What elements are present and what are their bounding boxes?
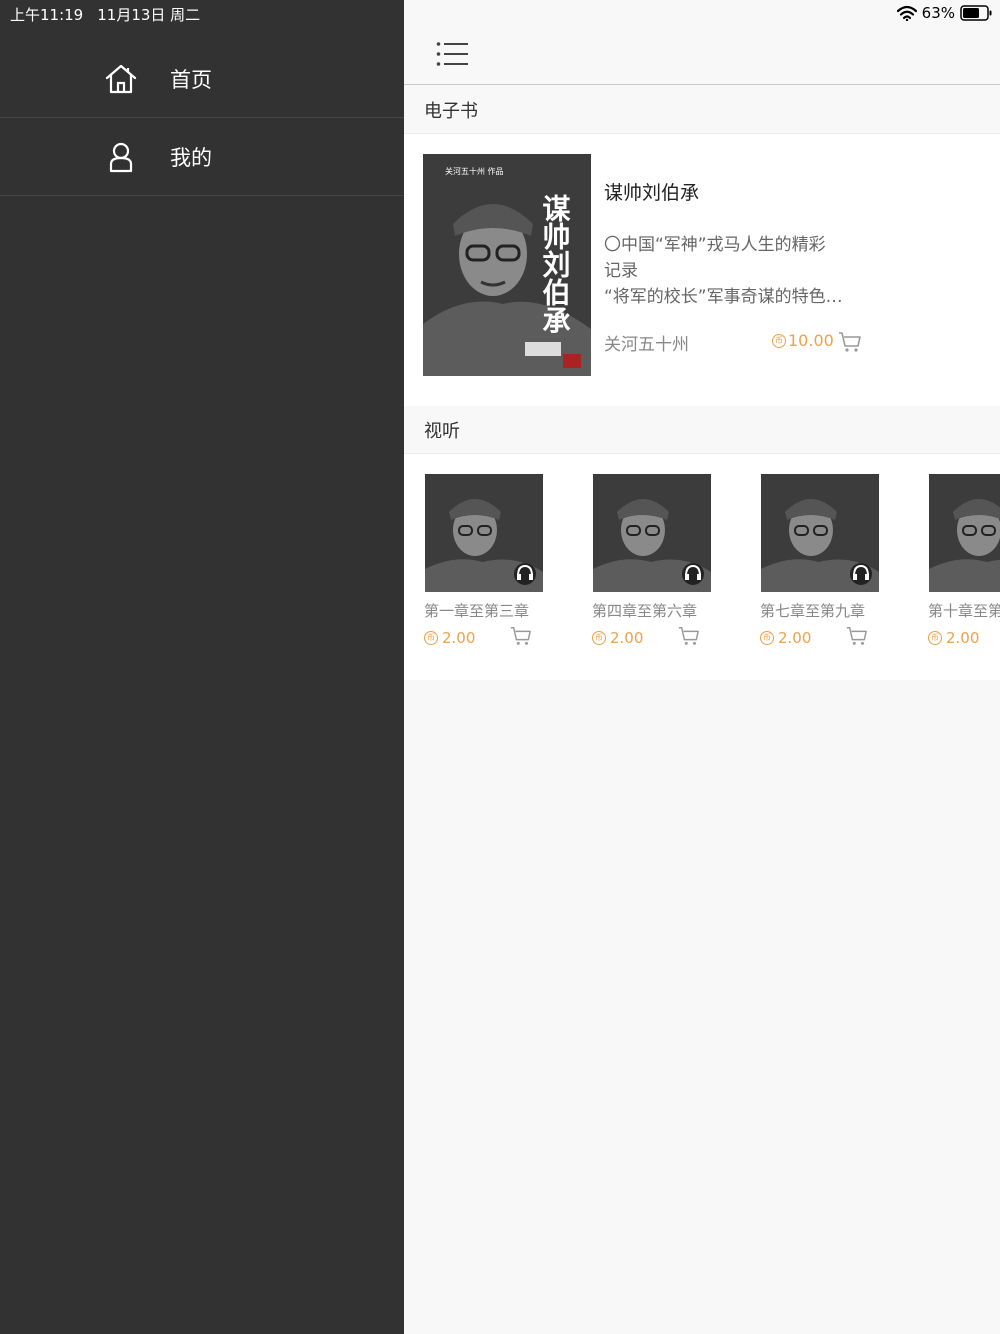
cart-icon[interactable]: [678, 625, 700, 647]
ebook-cover[interactable]: 关河五十州 作品 谋帅刘伯承: [423, 154, 591, 376]
cover-title-text: 谋帅刘伯承: [539, 194, 572, 334]
audio-card[interactable]: 第四章至第六章 币 2.00: [592, 474, 742, 649]
section-title-ebook: 电子书: [404, 86, 1000, 134]
home-icon: [105, 64, 137, 93]
audio-price-value: 2.00: [778, 629, 812, 647]
coin-icon: 币: [592, 631, 606, 645]
audio-cover-image: [593, 474, 711, 592]
ebook-list: 关河五十州 作品 谋帅刘伯承 谋帅刘伯承 〇中国“军神”戎马人生的精彩 记录 “…: [404, 134, 1000, 406]
ebook-price-value: 10.00: [788, 331, 834, 350]
coin-icon: 币: [928, 631, 942, 645]
cart-icon[interactable]: [846, 625, 868, 647]
ebook-title[interactable]: 谋帅刘伯承: [604, 178, 699, 205]
wifi-icon: [896, 5, 917, 21]
audio-cover[interactable]: [761, 474, 879, 592]
audio-price: 币 2.00: [760, 627, 910, 649]
audio-title: 第四章至第六章: [592, 602, 698, 620]
main-panel: 63% 电子书 关河五十州 作品 谋帅刘伯承 谋帅刘伯承 〇中国“军神”戎马人生…: [404, 0, 1000, 1334]
battery-percent: 63%: [921, 4, 955, 22]
audio-card[interactable]: 第十章至第 币 2.00: [928, 474, 1000, 649]
ebook-desc-line: 记录: [604, 261, 638, 281]
status-bar-right: 63%: [896, 4, 992, 22]
audio-list: 第一章至第三章 币 2.00 第四章至第六章 币 2.00 第七章至第九章 币 …: [404, 454, 1000, 680]
audio-price-value: 2.00: [946, 629, 980, 647]
coin-icon: 币: [424, 631, 438, 645]
menu-icon[interactable]: [436, 40, 468, 68]
audio-price: 币 2.00: [592, 627, 742, 649]
audio-cover[interactable]: [929, 474, 1000, 592]
cover-author-text: 关河五十州 作品: [445, 166, 504, 176]
battery-icon: [960, 5, 992, 21]
audio-price: 币 2.00: [928, 627, 1000, 649]
audio-title: 第十章至第: [928, 602, 1000, 620]
ebook-description: 〇中国“军神”戎马人生的精彩 记录 “将军的校长”军事奇谋的特色…: [604, 232, 864, 310]
audio-card[interactable]: 第七章至第九章 币 2.00: [760, 474, 910, 649]
ebook-price: 币 10.00: [772, 331, 834, 350]
sidebar-item-label: 首页: [170, 67, 212, 92]
sidebar-item-label: 我的: [170, 145, 212, 170]
coin-icon: 币: [772, 333, 786, 348]
status-bar-left: 上午11:19 11月13日 周二: [10, 4, 214, 25]
header: 63%: [404, 0, 1000, 85]
status-time: 上午11:19: [10, 6, 84, 24]
audio-card[interactable]: 第一章至第三章 币 2.00: [424, 474, 574, 649]
ebook-desc-line: “将军的校长”军事奇谋的特色…: [604, 287, 843, 307]
sidebar: 上午11:19 11月13日 周二 首页 我的: [0, 0, 404, 1334]
cart-icon[interactable]: [510, 625, 532, 647]
book-cover-image: 关河五十州 作品 谋帅刘伯承: [423, 154, 591, 376]
user-icon: [109, 142, 133, 172]
audio-cover-image: [929, 474, 1000, 592]
audio-cover-image: [425, 474, 543, 592]
ebook-desc-line: 〇中国“军神”戎马人生的精彩: [604, 235, 826, 255]
audio-cover[interactable]: [593, 474, 711, 592]
audio-cover-image: [761, 474, 879, 592]
status-date: 11月13日 周二: [97, 6, 201, 24]
section-title-audio: 视听: [404, 406, 1000, 454]
audio-price: 币 2.00: [424, 627, 574, 649]
sidebar-item-mine[interactable]: 我的: [0, 118, 404, 196]
sidebar-item-home[interactable]: 首页: [0, 40, 404, 118]
coin-icon: 币: [760, 631, 774, 645]
ebook-author: 关河五十州: [604, 335, 689, 355]
audio-cover[interactable]: [425, 474, 543, 592]
audio-price-value: 2.00: [442, 629, 476, 647]
audio-price-value: 2.00: [610, 629, 644, 647]
cart-icon[interactable]: [838, 330, 862, 354]
audio-title: 第七章至第九章: [760, 602, 866, 620]
audio-title: 第一章至第三章: [424, 602, 530, 620]
